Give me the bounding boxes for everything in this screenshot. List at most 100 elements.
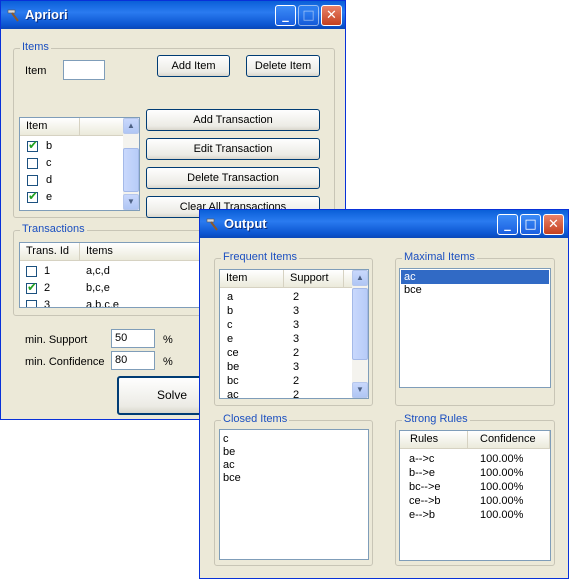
checkbox[interactable] [27,175,38,186]
close-icon: ✕ [326,8,337,23]
confidence-column-header[interactable]: Confidence [468,431,550,448]
list-item[interactable]: c [20,156,123,170]
checkmark-icon: ✔ [28,189,39,203]
rule-confidence: 100.00% [480,467,524,479]
edit-transaction-label: Edit Transaction [193,143,273,155]
hammer-icon [7,9,19,22]
checked-checkbox[interactable]: ✔ [27,189,39,203]
item-name: e [46,191,53,203]
strong-rules-list[interactable]: Rules Confidence a-->c 100.00% b-->e 100.00… [399,430,551,561]
frequent-item: be [227,361,240,373]
item-column-header[interactable]: Item [220,270,284,287]
table-row[interactable]: ce-->b 100.00% [400,494,550,508]
list-item[interactable]: ac [220,458,368,472]
maximal-item: bce [404,284,422,296]
table-row[interactable]: e3 [220,332,352,346]
checked-checkbox[interactable]: ✔ [26,280,38,294]
item-name: c [46,157,52,169]
checkbox[interactable] [27,158,38,169]
table-row[interactable]: a-->c 100.00% [400,452,550,466]
table-row[interactable]: ce 2 [220,346,352,360]
checkbox[interactable] [26,266,37,277]
maximal-items-label: Maximal Items [402,251,477,263]
item-input[interactable] [63,60,105,80]
selected-list-item[interactable]: ac [401,270,549,284]
checkbox[interactable] [26,300,37,307]
items-column-header[interactable]: Items [80,243,200,260]
minimize-button[interactable]: _ [275,5,296,26]
frequent-support: 2 [293,389,300,399]
closed-item: bce [223,472,241,484]
rule: bc-->e [409,481,441,493]
table-row[interactable]: be 3 [220,360,352,374]
support-column-header[interactable]: Support [284,270,344,287]
closed-item: be [223,446,236,458]
maximize-icon: □ [524,217,537,232]
frequent-items-header: Item Support [220,270,353,288]
delete-transaction-button[interactable]: Delete Transaction [146,167,320,189]
close-button[interactable]: ✕ [543,214,564,235]
table-row[interactable]: b3 [220,304,352,318]
checked-checkbox[interactable]: ✔ [27,138,38,152]
add-transaction-button[interactable]: Add Transaction [146,109,320,131]
output-titlebar[interactable]: Output _ □ ✕ [200,210,568,238]
table-row[interactable]: bc-->e 100.00% [400,480,550,494]
table-row[interactable]: e-->b 100.00% [400,508,550,522]
maximal-items-list[interactable]: ac bce [399,268,551,388]
maximize-button[interactable]: □ [298,5,319,26]
list-item[interactable]: bce [220,471,368,485]
minimize-button[interactable]: _ [497,214,518,235]
delete-transaction-label: Delete Transaction [187,172,279,184]
delete-item-button[interactable]: Delete Item [246,55,320,77]
strong-rules-label: Strong Rules [402,413,470,425]
checkmark-icon: ✔ [27,280,38,294]
trans-id: 2 [44,282,51,294]
delete-item-label: Delete Item [254,60,312,72]
scroll-up-icon[interactable]: ▲ [352,270,368,286]
min-support-input[interactable]: 50 [111,329,155,348]
output-title: Output [224,216,267,231]
scroll-down-icon[interactable]: ▼ [352,382,368,398]
edit-transaction-button[interactable]: Edit Transaction [146,138,320,160]
closed-items-list[interactable]: c be ac bce [219,429,369,560]
table-row[interactable]: bc 2 [220,374,352,388]
min-confidence-percent: % [163,356,173,368]
item-list[interactable]: Item ✔ b c d ✔ e ▲ ▼ [19,117,140,211]
frequent-support: 2 [293,375,300,387]
item-column-header[interactable]: Item [20,118,80,135]
strong-rules-header: Rules Confidence [400,431,550,449]
item-list-scrollbar[interactable]: ▲ ▼ [123,118,139,210]
min-confidence-input[interactable]: 80 [111,351,155,370]
closed-item: c [223,433,229,445]
list-item[interactable]: c [220,432,368,446]
minimize-icon: _ [504,217,511,232]
maximize-button[interactable]: □ [520,214,541,235]
frequent-items-scrollbar[interactable]: ▲ ▼ [352,270,368,398]
list-item[interactable]: bce [401,283,549,297]
list-item[interactable]: ✔ e [20,189,123,204]
table-row[interactable]: a2 [220,290,352,304]
scroll-down-icon[interactable]: ▼ [123,194,139,210]
list-item[interactable]: ✔ b [20,138,123,153]
rules-column-header[interactable]: Rules [400,431,468,448]
apriori-titlebar[interactable]: Apriori _ □ ✕ [1,1,345,29]
trans-id-column-header[interactable]: Trans. Id [20,243,80,260]
scroll-thumb[interactable] [123,148,139,192]
list-item[interactable]: d [20,173,123,187]
rule-confidence: 100.00% [480,495,524,507]
rule: a-->c [409,453,435,465]
closed-items-label: Closed Items [221,413,290,425]
table-row[interactable]: c3 [220,318,352,332]
close-button[interactable]: ✕ [321,5,342,26]
frequent-items-label: Frequent Items [221,251,299,263]
list-item[interactable]: be [220,445,368,459]
min-support-label: min. Support [25,334,88,346]
closed-item: ac [223,459,235,471]
frequent-items-list[interactable]: Item Support a 2 b 3 c 3 e 3 ce 2 be 3 bc 2 ac 2 ▲ ▼ [219,269,369,399]
scroll-up-icon[interactable]: ▲ [123,118,139,134]
table-row[interactable]: ac 2 [220,388,352,399]
scroll-thumb[interactable] [352,288,368,360]
table-row[interactable]: b-->e 100.00% [400,466,550,480]
frequent-item: c [227,319,233,331]
add-item-button[interactable]: Add Item [157,55,230,77]
